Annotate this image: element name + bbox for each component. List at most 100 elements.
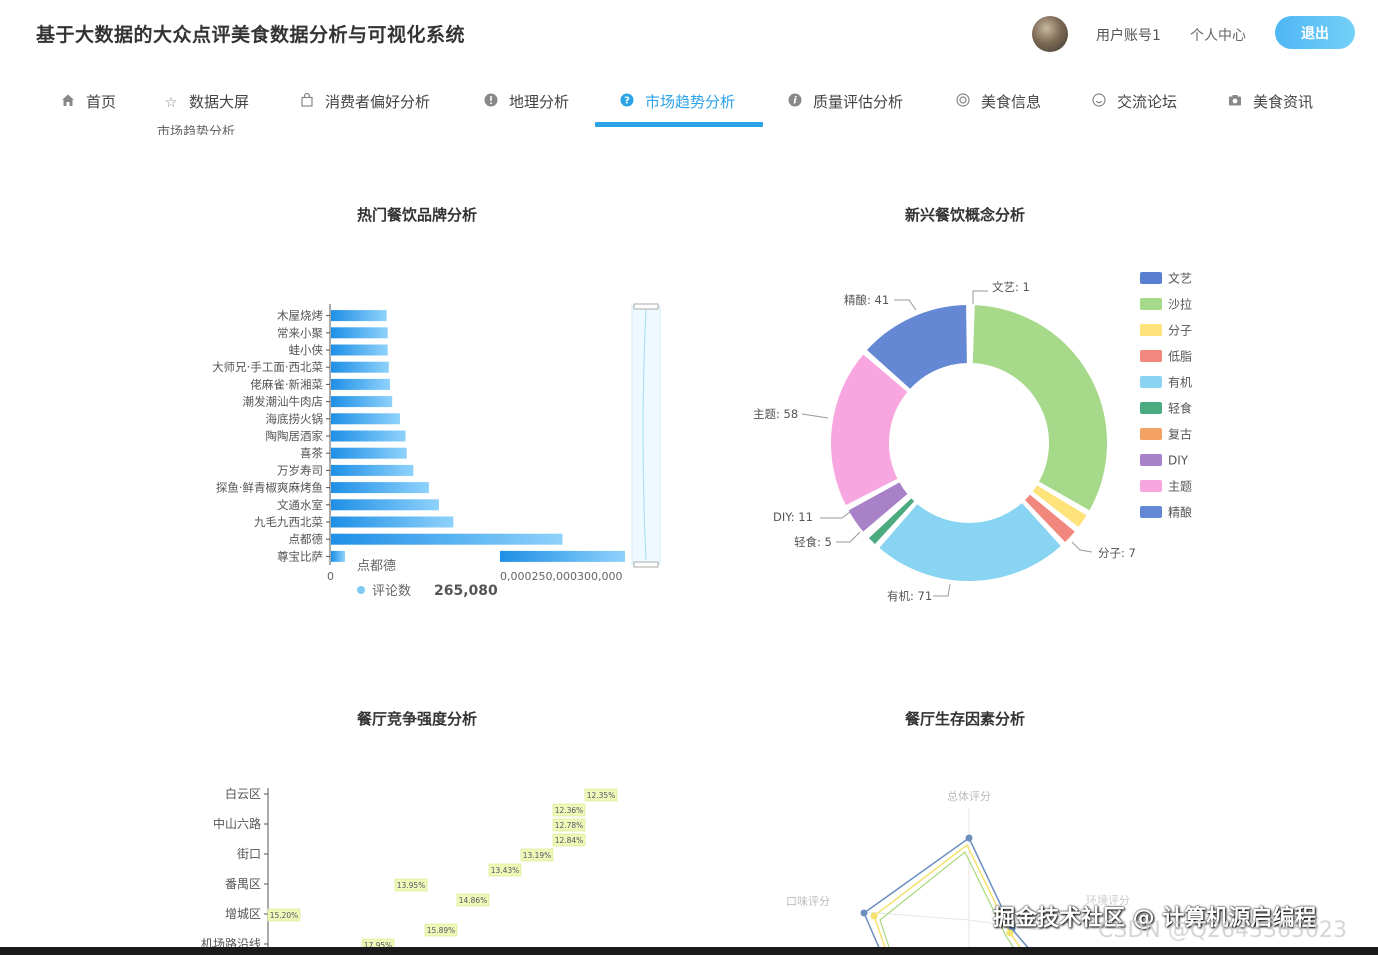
legend-label: 文艺 xyxy=(1168,271,1192,286)
legend-swatch xyxy=(1140,350,1162,362)
nav-label: 美食信息 xyxy=(981,93,1042,111)
top-bar: 基于大数据的大众点评美食数据分析与可视化系统 用户账号1 个人中心 退出 xyxy=(0,0,1378,70)
legend-swatch xyxy=(1140,506,1162,518)
tooltip-series-dot xyxy=(357,586,365,594)
concept-chart-title: 新兴餐饮概念分析 xyxy=(905,206,1026,224)
donut-leader-line xyxy=(972,290,988,304)
nav-label: 交流论坛 xyxy=(1117,93,1178,111)
nav-item-food-news[interactable]: 美食资讯 xyxy=(1227,80,1313,126)
nav-label: 美食资讯 xyxy=(1253,93,1314,111)
legend-label: 分子 xyxy=(1168,324,1192,338)
legend-label: 轻食 xyxy=(1168,401,1192,416)
scatter-point-label: 15.20% xyxy=(270,911,299,920)
nav-item-forum[interactable]: 交流论坛 xyxy=(1091,80,1177,126)
nav-label: 首页 xyxy=(86,93,117,111)
survival-chart-title: 餐厅生存因素分析 xyxy=(905,710,1026,728)
active-tab-indicator xyxy=(595,122,763,127)
watermark-secondary: CSDN @Q2643365023 xyxy=(1098,918,1348,943)
x-tick-label: 0 xyxy=(327,570,334,583)
nav-item-consumer-preference[interactable]: 消费者偏好分析 xyxy=(299,80,430,126)
breadcrumb: 市场趋势分析 xyxy=(157,125,236,135)
camera-icon xyxy=(1227,81,1243,125)
legend-label: DIY xyxy=(1168,454,1189,468)
bottom-strip xyxy=(0,947,1378,955)
bar-category-label: 万岁寿司 xyxy=(277,463,323,477)
donut-leader-line xyxy=(933,583,951,597)
donut-leader-line xyxy=(820,511,851,519)
bar xyxy=(331,533,563,545)
bar-category-label: 文通水室 xyxy=(277,498,323,512)
bar xyxy=(331,361,389,373)
personal-center-link[interactable]: 个人中心 xyxy=(1190,25,1246,45)
legend-label: 有机 xyxy=(1168,376,1192,390)
data-zoom-handle xyxy=(633,561,659,568)
bar-category-label: 九毛九西北菜 xyxy=(254,515,323,529)
bar xyxy=(331,464,414,476)
logout-button[interactable]: 退出 xyxy=(1275,16,1355,49)
bar xyxy=(331,310,387,322)
nav-label: 地理分析 xyxy=(509,93,570,111)
svg-text:i: i xyxy=(793,96,797,107)
bar xyxy=(331,396,393,408)
radar-indicator: 总体评分 xyxy=(947,789,991,803)
scatter-point-label: 13.19% xyxy=(523,851,552,860)
legend-label: 低脂 xyxy=(1168,349,1192,364)
scatter-category-label: 白云区 xyxy=(225,786,261,801)
bar-category-label: 大师兄·手工面·西北菜 xyxy=(212,360,323,374)
donut-leader-line xyxy=(894,299,917,311)
legend-swatch xyxy=(1140,402,1162,414)
radar-point xyxy=(860,909,868,917)
nav-item-market-trend[interactable]: ? 市场趋势分析 xyxy=(619,80,735,126)
legend-swatch xyxy=(1140,428,1162,440)
nav-label: 质量评估分析 xyxy=(813,93,904,111)
bar-category-label: 常来小聚 xyxy=(277,326,323,340)
legend-label: 沙拉 xyxy=(1168,297,1192,312)
tooltip-series: 评论数 xyxy=(372,584,411,599)
bar xyxy=(331,550,345,562)
donut-outer-label: 主题: 58 xyxy=(753,407,798,421)
bar-category-label: 点都德 xyxy=(289,532,324,546)
concept-donut-chart: 文艺: 1 精酿: 41 主题: 58 DIY: 11 轻食: 5 有机: 71 分子: 7… xyxy=(753,271,1192,604)
bar-category-label: 木屋烧烤 xyxy=(277,309,323,323)
bar xyxy=(331,447,407,459)
avatar[interactable] xyxy=(1032,16,1068,52)
brand-bar-chart: 木屋烧烤常来小聚蛙小侠大师兄·手工面·西北菜佬麻雀·新湘菜潮发潮汕牛肉店海底捞火… xyxy=(212,303,661,599)
bar xyxy=(331,413,400,425)
star-icon: ☆ xyxy=(164,95,178,111)
nav-item-geo-analysis[interactable]: 地理分析 xyxy=(483,80,569,126)
app-title: 基于大数据的大众点评美食数据分析与可视化系统 xyxy=(36,24,466,46)
data-zoom-slider xyxy=(631,305,661,565)
nav-item-home[interactable]: 首页 xyxy=(60,80,116,126)
nav-item-food-info[interactable]: 美食信息 xyxy=(955,80,1041,126)
scatter-point-label: 13.43% xyxy=(491,866,520,875)
nav-label: 数据大屏 xyxy=(189,93,250,111)
donut-outer-label: DIY: 11 xyxy=(773,510,813,524)
legend-swatch xyxy=(1140,298,1162,310)
legend-swatch xyxy=(1140,454,1162,466)
bar-category-label: 陶陶居酒家 xyxy=(266,429,324,443)
brand-chart-title: 热门餐饮品牌分析 xyxy=(357,206,478,224)
bar xyxy=(500,550,625,562)
legend-label: 主题 xyxy=(1168,480,1192,494)
radar-indicator: 口味评分 xyxy=(786,895,830,908)
bag-icon xyxy=(299,81,315,125)
donut-outer-label: 文艺: 1 xyxy=(992,280,1030,294)
nav-item-data-screen[interactable]: ☆ 数据大屏 xyxy=(163,80,249,126)
x-tick-label: 0,000250,000300,000 xyxy=(500,570,622,583)
scatter-category-label: 番禺区 xyxy=(225,877,261,891)
scatter-point-label: 14.86% xyxy=(459,896,488,905)
nav-item-quality-eval[interactable]: i 质量评估分析 xyxy=(787,80,903,126)
radar-point xyxy=(965,834,973,842)
scatter-point-label: 12.78% xyxy=(555,821,584,830)
bar xyxy=(331,482,429,494)
donut-outer-label: 分子: 7 xyxy=(1098,546,1136,560)
legend-swatch xyxy=(1140,480,1162,492)
legend-label: 复古 xyxy=(1168,427,1192,442)
bar xyxy=(331,344,388,356)
donut-leader-line xyxy=(1071,541,1093,553)
scatter-point-label: 12.35% xyxy=(587,791,616,800)
tooltip-value: 265,080 xyxy=(434,583,498,599)
scatter-point-label: 12.36% xyxy=(555,806,584,815)
bar xyxy=(331,516,454,528)
donut-slice xyxy=(876,500,1064,583)
